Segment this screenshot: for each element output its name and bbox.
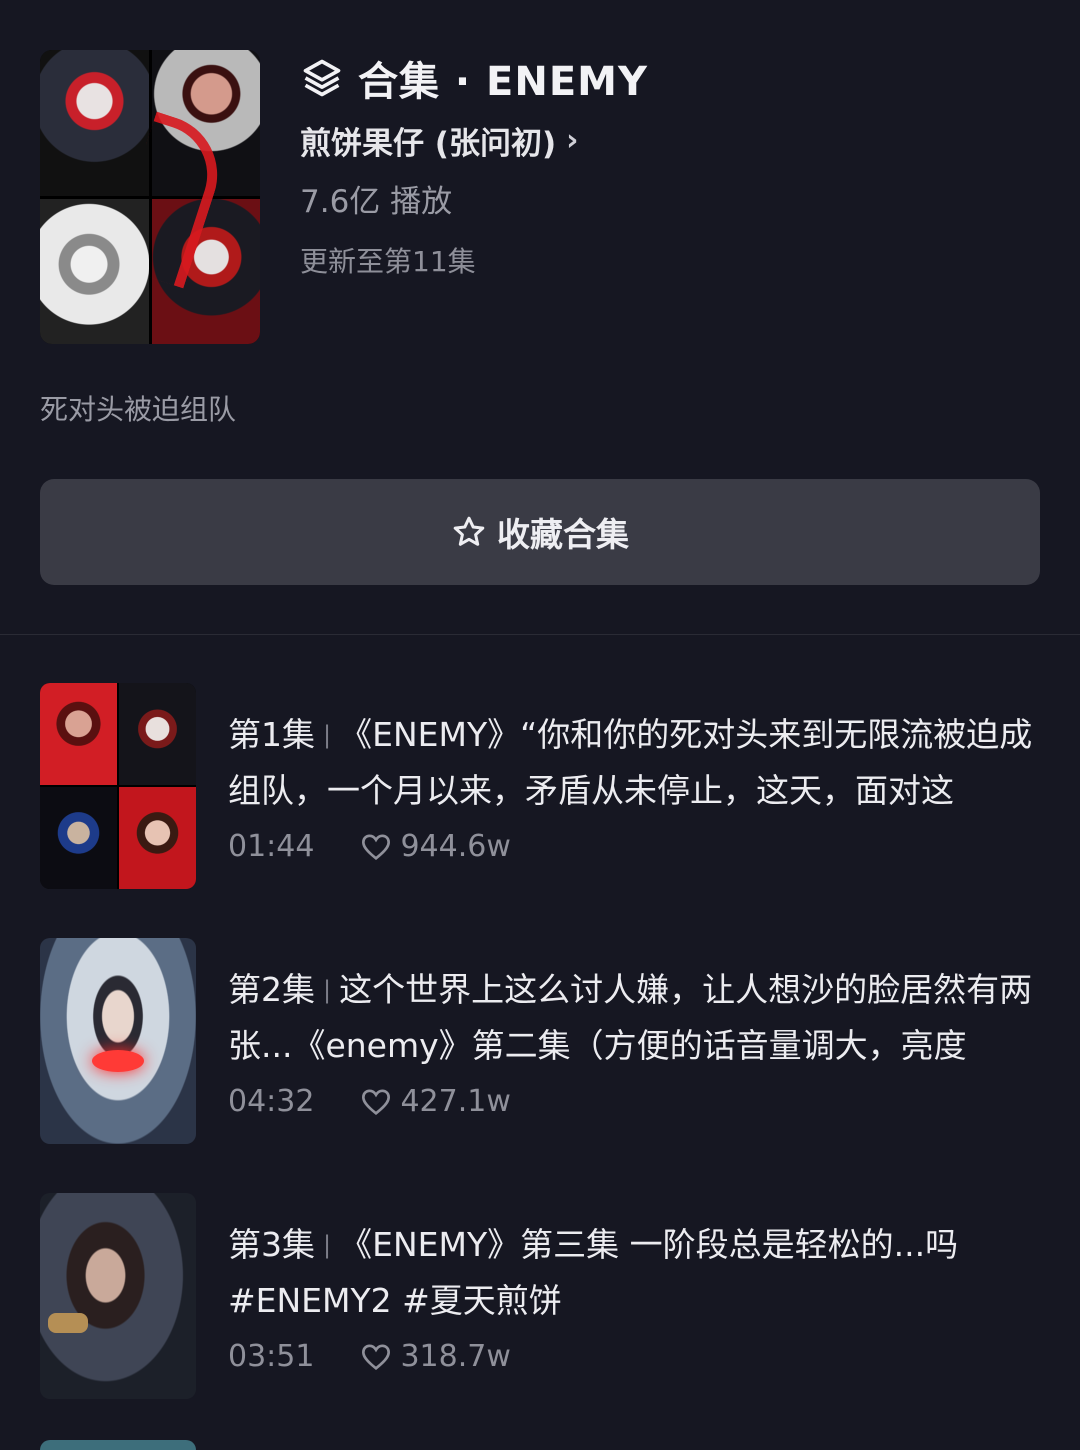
play-count: 7.6亿 播放 xyxy=(300,184,453,220)
heart-outline-icon xyxy=(362,1343,391,1370)
episode-number: 第3集 xyxy=(228,1225,315,1264)
separator: | xyxy=(323,1231,332,1259)
collection-description: 死对头被迫组队 xyxy=(40,393,237,426)
separator: | xyxy=(323,976,332,1004)
episode-duration: 01:44 xyxy=(228,829,315,864)
episode-duration: 03:51 xyxy=(228,1339,315,1374)
heart-outline-icon xyxy=(362,833,391,860)
collect-button-label: 收藏合集 xyxy=(497,515,629,554)
episode-number: 第1集 xyxy=(228,715,315,754)
episode-item[interactable]: 第1集 | 《ENEMY》“你和你的死对头来到无限流被迫成组队，一个月以来，矛盾从未… xyxy=(40,683,1050,889)
episode-title: 第3集 | 《ENEMY》第三集 一阶段总是轻松的...吗 #ENEMY2 #夏天煎… xyxy=(228,1217,1060,1329)
collect-collection-button[interactable]: 收藏合集 xyxy=(40,479,1040,585)
collection-page: 合集 · ENEMY 煎饼果仔 (张问初) › 7.6亿 播放 更新至第11集 … xyxy=(0,0,1080,1450)
episode-likes: 427.1w xyxy=(360,1084,511,1119)
episode-thumbnail xyxy=(40,1193,196,1399)
episode-title: 第2集 | 这个世界上这么讨人嫌，让人想沙的脸居然有两张...《enemy》第二集（… xyxy=(228,962,1060,1074)
likes-count: 318.7w xyxy=(400,1339,511,1374)
episode-meta: 01:44 944.6w xyxy=(228,829,511,864)
chevron-right-icon: › xyxy=(566,123,579,158)
collection-cover-image[interactable] xyxy=(40,50,260,344)
episode-item[interactable]: 第2集 | 这个世界上这么讨人嫌，让人想沙的脸居然有两张...《enemy》第二集（… xyxy=(40,938,1050,1144)
episode-number: 第2集 xyxy=(228,970,315,1009)
update-status: 更新至第11集 xyxy=(300,245,476,278)
heart-outline-icon xyxy=(362,1088,391,1115)
collection-title-row: 合集 · ENEMY xyxy=(300,50,648,106)
author-name: 煎饼果仔 (张问初) xyxy=(300,126,557,162)
episode-meta: 04:32 427.1w xyxy=(228,1084,511,1119)
episode-thumbnail xyxy=(40,938,196,1144)
episode-likes: 318.7w xyxy=(360,1339,511,1374)
episode-thumbnail xyxy=(40,683,196,889)
episode-title-text: 《ENEMY》第三集 一阶段总是轻松的...吗 #ENEMY2 #夏天煎饼 xyxy=(228,1225,959,1320)
episode-title: 第1集 | 《ENEMY》“你和你的死对头来到无限流被迫成组队，一个月以来，矛盾从未… xyxy=(228,707,1060,819)
episode-title-text: 《ENEMY》“你和你的死对头来到无限流被迫成组队，一个月以来，矛盾从未停止，这… xyxy=(228,715,1033,810)
episode-item[interactable]: 第3集 | 《ENEMY》第三集 一阶段总是轻松的...吗 #ENEMY2 #夏天煎… xyxy=(40,1193,1050,1399)
section-divider xyxy=(0,634,1080,635)
episode-meta: 03:51 318.7w xyxy=(228,1339,511,1374)
layers-icon xyxy=(303,59,341,97)
separator: | xyxy=(323,721,332,749)
likes-count: 944.6w xyxy=(400,829,511,864)
episode-likes: 944.6w xyxy=(360,829,511,864)
star-outline-icon xyxy=(453,516,485,546)
cover-panel xyxy=(40,50,149,196)
collection-title: 合集 · ENEMY xyxy=(358,59,648,105)
episode-duration: 04:32 xyxy=(228,1084,315,1119)
next-episode-thumbnail[interactable] xyxy=(40,1440,196,1450)
episode-title-text: 这个世界上这么讨人嫌，让人想沙的脸居然有两张...《enemy》第二集（方便的话… xyxy=(228,970,1033,1065)
likes-count: 427.1w xyxy=(400,1084,511,1119)
author-link[interactable]: 煎饼果仔 (张问初) › xyxy=(300,118,579,163)
